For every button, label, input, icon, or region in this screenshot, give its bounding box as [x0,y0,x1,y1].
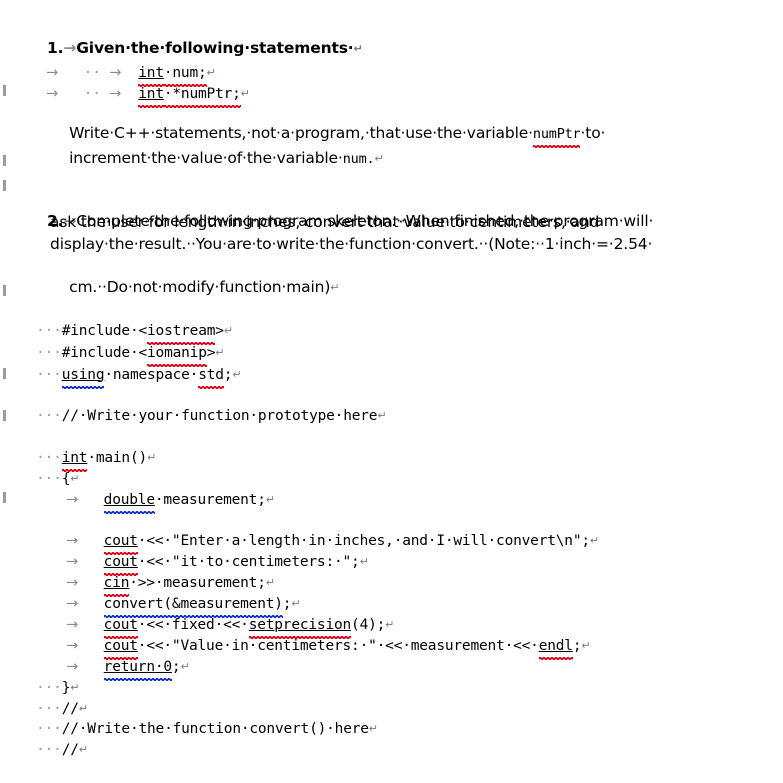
q1-body-text-c: increment·the·value·of·the·variable· [69,149,343,167]
q1-body-line-2: increment·the·value·of·the·variable·num.… [50,127,384,191]
paragraph-mark-icon: ↵ [147,450,157,464]
paragraph-mark-icon: ↵ [78,742,88,756]
code-text: //·Write·your·function·prototype·here [61,407,378,424]
paragraph-mark-icon: ↵ [581,638,591,652]
grammar-error-return: return·0 [103,657,173,681]
paragraph-mark-icon: ↵ [353,42,363,55]
empty-paragraph-mark [3,368,6,379]
paragraph-mark-icon: ↵ [232,367,242,381]
code-line-comment-rule-2: ···//↵ [2,717,88,783]
q1-body-text-b: ·to· [580,124,606,142]
inline-code-num: num. [342,151,375,167]
tab-mark-icon: → [109,85,122,102]
empty-paragraph-mark [3,180,6,191]
code-text: ·namespace· [104,366,199,383]
paragraph-mark-icon: ↵ [240,86,250,100]
space-mark: ··· [36,407,62,424]
q2-prompt-line-2: ask·the·user·for·length·in·inches,·conve… [50,213,605,231]
space-mark: ··· [36,366,62,383]
empty-paragraph-mark [3,285,6,296]
paragraph-mark-icon: ↵ [374,152,384,165]
code-text: // [61,741,79,758]
paragraph-mark-icon: ↵ [377,408,387,422]
code-text: ·measurement; [154,491,266,508]
paragraph-mark-icon: ↵ [223,323,233,337]
spelling-error-endl: endl [538,636,573,660]
code-text: ·<<·"Value·in·centimeters:·"·<<·measurem… [137,637,539,654]
empty-paragraph-mark [3,492,6,503]
code-text: //·Write·the·function·convert()·here [61,720,369,737]
code-text: ·main() [87,449,148,466]
empty-paragraph-mark [3,155,6,166]
space-mark: ·· [83,85,101,102]
paragraph-mark-icon: ↵ [368,721,378,735]
paragraph-mark-icon: ↵ [359,554,369,568]
document-page: 1.→Given·the·following·statements·↵ → ··… [0,0,783,758]
paragraph-mark-icon: ↵ [589,533,599,547]
paragraph-mark-icon: ↵ [330,281,340,294]
empty-paragraph-mark [3,410,6,421]
q2-prompt-text-4: cm.··Do·not·modify·function·main) [69,278,331,296]
tab-mark-icon: → [66,491,79,508]
paragraph-mark-icon: ↵ [180,659,190,673]
paragraph-mark-icon: ↵ [265,492,275,506]
empty-paragraph-mark [3,85,6,96]
inline-code-numptr: numPtr [532,124,581,148]
space-mark: ··· [36,741,62,758]
q2-prompt-line-3: display·the·result.··You·are·to·write·th… [50,235,653,253]
tab-mark-icon: → [46,85,59,102]
